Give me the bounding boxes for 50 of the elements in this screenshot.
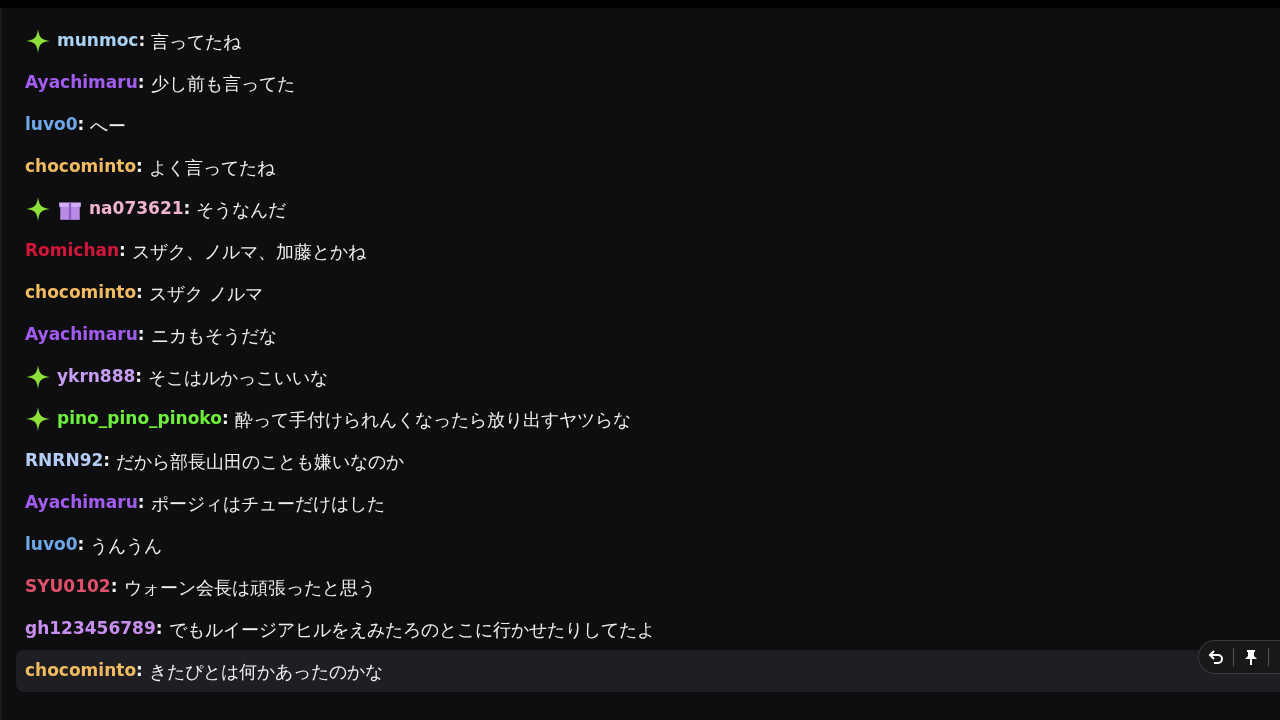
username[interactable]: chocominto	[25, 154, 137, 180]
message-text: 酔って手付けられんくなったら放り出すヤツらな	[234, 407, 631, 432]
username[interactable]: RNRN92	[25, 448, 104, 474]
message-text: だから部長山田のことも嫌いなのか	[116, 449, 405, 474]
username[interactable]: SYU0102	[25, 574, 111, 600]
separator-colon: :	[119, 239, 126, 263]
separator-colon: :	[136, 281, 143, 305]
separator-colon: :	[137, 71, 145, 95]
message-text: ポージィはチューだけはした	[150, 491, 385, 516]
separator-colon: :	[155, 617, 163, 641]
pin-icon	[1244, 649, 1258, 665]
separator-colon: :	[137, 323, 145, 347]
message-text: うんうん	[90, 533, 163, 558]
separator-colon: :	[183, 197, 191, 221]
message-text: 少し前も言ってた	[150, 71, 295, 96]
message-text: きたぴとは何かあったのかな	[148, 659, 383, 684]
message-text: 言ってたね	[151, 29, 242, 54]
message-text: スザク ノルマ	[148, 281, 263, 306]
username[interactable]: luvo0	[25, 532, 78, 558]
message-text: へー	[90, 113, 127, 138]
separator-colon: :	[77, 533, 85, 557]
separator-colon: :	[135, 365, 143, 389]
username[interactable]: luvo0	[25, 112, 78, 138]
username[interactable]: Ayachimaru	[25, 70, 138, 96]
username[interactable]: ykrn888	[57, 364, 136, 390]
message-text: そうなんだ	[196, 197, 287, 222]
separator-colon: :	[103, 449, 111, 473]
separator-colon: :	[136, 155, 143, 179]
message-text: そこはルかっこいいな	[148, 365, 329, 390]
separator-colon: :	[137, 491, 145, 515]
username[interactable]: chocominto	[25, 280, 137, 306]
message-text: よく言ってたね	[148, 155, 275, 180]
message-text: ウォーン会長は頑張ったと思う	[123, 575, 376, 600]
message-text: でもルイージアヒルをえみたろのとこに行かせたりしてたよ	[168, 617, 655, 642]
username[interactable]: gh123456789	[25, 616, 156, 642]
separator-colon: :	[221, 407, 229, 431]
message-text: スザク、ノルマ、加藤とかね	[131, 239, 366, 264]
username[interactable]: chocominto	[25, 658, 137, 684]
username[interactable]: Ayachimaru	[25, 490, 138, 516]
username[interactable]: na073621	[89, 196, 184, 222]
separator-colon: :	[110, 575, 118, 599]
separator-colon: :	[138, 29, 146, 53]
username[interactable]: munmoc	[57, 28, 139, 54]
separator-colon: :	[77, 113, 85, 137]
username[interactable]: pino_pino_pinoko	[57, 406, 222, 432]
reply-icon	[1208, 649, 1224, 665]
username[interactable]: Ayachimaru	[25, 322, 138, 348]
username[interactable]: Romichan	[25, 238, 120, 264]
message-text: ニカもそうだな	[150, 323, 277, 348]
separator-colon: :	[136, 659, 143, 683]
